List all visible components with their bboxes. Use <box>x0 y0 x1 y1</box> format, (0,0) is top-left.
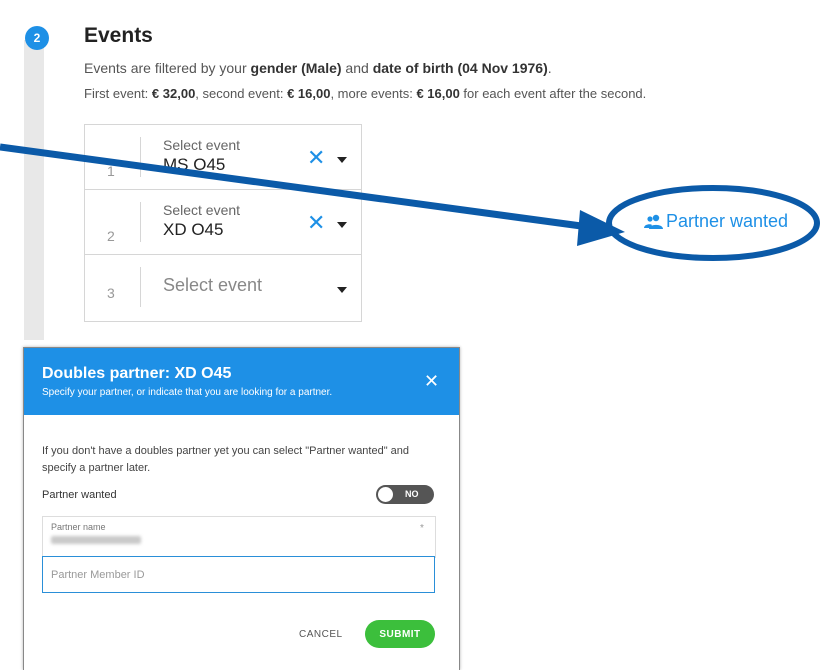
dialog-title: Doubles partner: XD O45 <box>42 365 232 382</box>
partner-name-value-redacted <box>51 536 141 544</box>
dialog-subtitle: Specify your partner, or indicate that y… <box>42 387 333 398</box>
partner-wanted-label: Partner wanted <box>666 211 789 231</box>
close-icon[interactable]: ✕ <box>424 372 439 390</box>
dialog-header: Doubles partner: XD O45 Specify your par… <box>24 348 459 415</box>
cancel-button[interactable]: CANCEL <box>299 629 343 640</box>
required-marker: * <box>420 523 424 534</box>
partner-wanted-toggle[interactable]: NO <box>376 485 434 504</box>
partner-wanted-link[interactable]: Partner wanted <box>644 211 788 232</box>
doubles-partner-dialog: Doubles partner: XD O45 Specify your par… <box>23 347 460 670</box>
users-icon <box>644 214 663 229</box>
partner-wanted-toggle-label: Partner wanted <box>42 489 117 501</box>
dialog-info-text: If you don't have a doubles partner yet … <box>42 445 410 474</box>
partner-name-field[interactable]: Partner name * <box>42 516 436 558</box>
toggle-knob <box>378 487 393 502</box>
annotation-arrow-line <box>0 143 597 232</box>
partner-name-label: Partner name <box>51 522 106 532</box>
submit-button[interactable]: SUBMIT <box>365 620 435 648</box>
partner-member-id-input[interactable] <box>42 556 435 593</box>
toggle-state: NO <box>405 489 419 499</box>
